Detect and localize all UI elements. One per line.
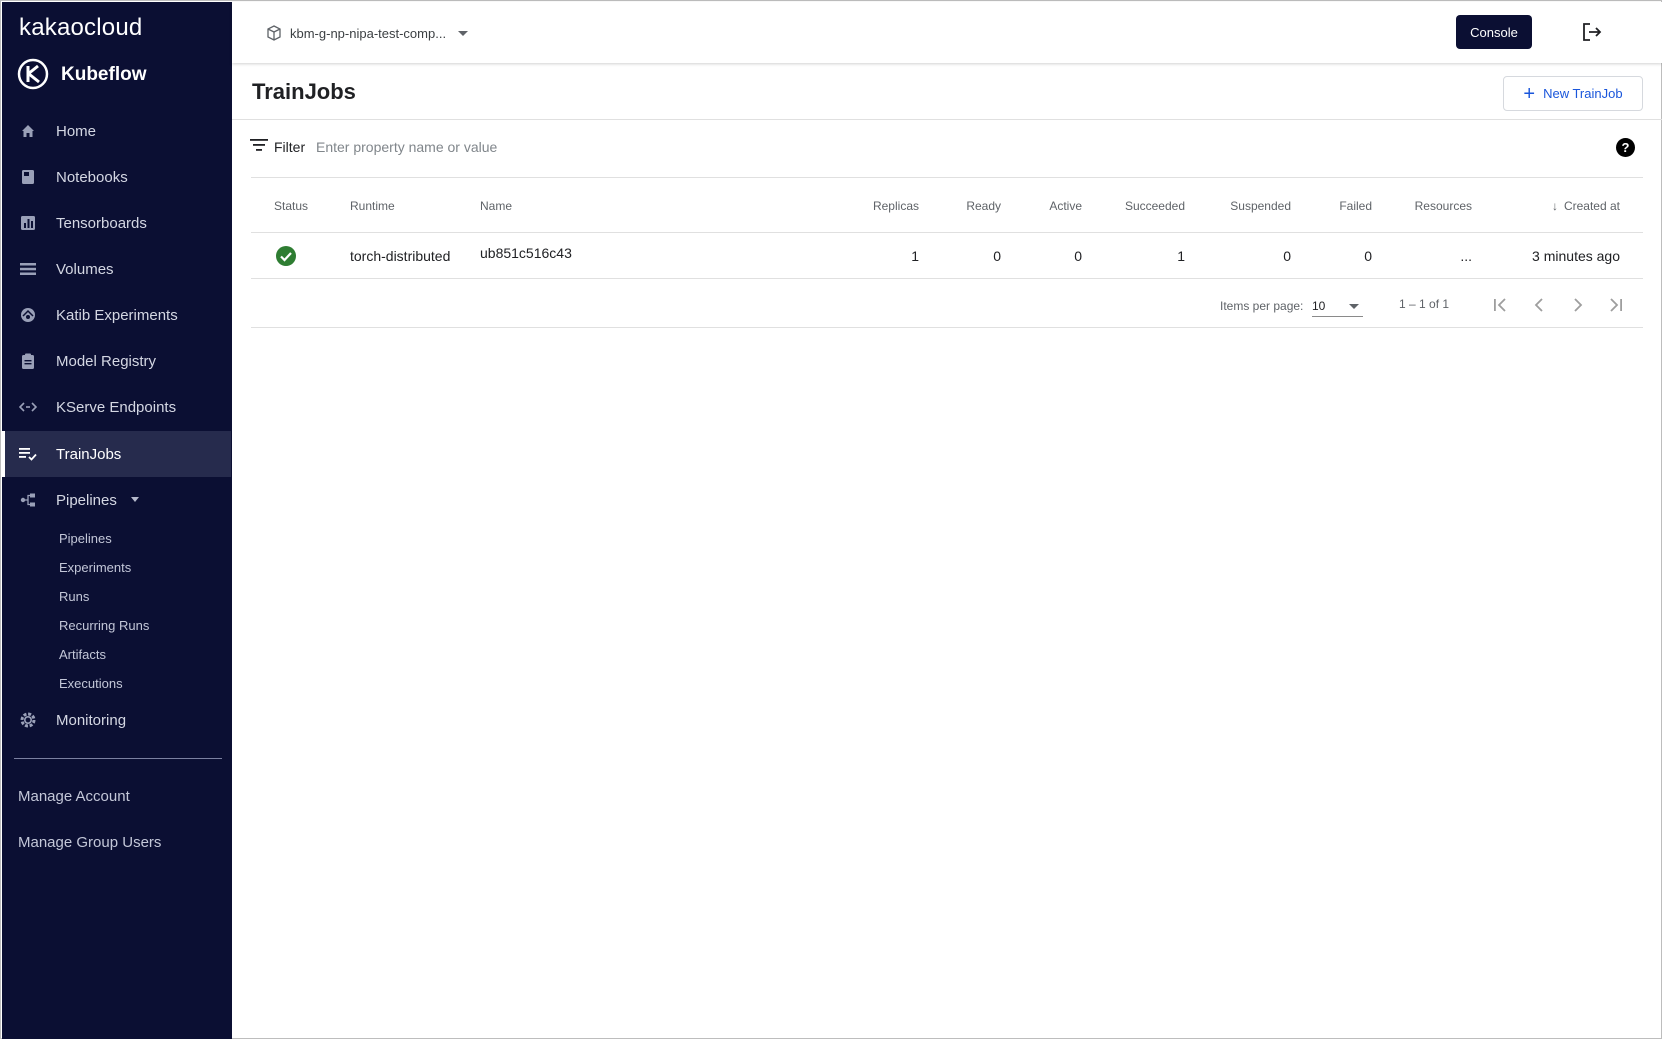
last-page-icon[interactable] [1604, 293, 1628, 317]
top-bar: kbm-g-np-nipa-test-comp... Console [232, 2, 1662, 63]
brand-logo-text: kakaocloud [19, 14, 143, 41]
playlist-check-icon [19, 445, 37, 463]
manage-account-link[interactable]: Manage Account [18, 788, 130, 805]
next-page-icon[interactable] [1566, 293, 1590, 317]
sidebar-divider [14, 758, 222, 759]
paginator-divider [251, 327, 1643, 328]
items-per-page-select[interactable]: 10 [1312, 293, 1363, 317]
column-header-runtime[interactable]: Runtime [350, 199, 395, 213]
clipboard-icon [19, 352, 37, 370]
sidebar-item-pipelines[interactable]: Pipelines [2, 477, 231, 523]
header-divider [232, 119, 1662, 120]
sidebar-subitem-pipelines[interactable]: Pipelines [59, 531, 112, 546]
help-icon[interactable]: ? [1616, 138, 1635, 157]
cell-name-link[interactable]: ub851c516c43 [480, 245, 572, 261]
sidebar-item-home[interactable]: Home [2, 108, 231, 154]
cell-runtime: torch-distributed [350, 248, 451, 264]
check-circle-icon [276, 246, 296, 266]
sidebar-item-label: KServe Endpoints [56, 398, 177, 416]
sidebar-item-label: Pipelines [56, 491, 117, 509]
sidebar-item-label: Volumes [56, 260, 114, 278]
sidebar-item-model-registry[interactable]: Model Registry [2, 338, 231, 384]
plus-icon: + [1523, 82, 1536, 105]
sidebar-subitem-recurring-runs[interactable]: Recurring Runs [59, 618, 149, 633]
book-icon [19, 168, 37, 186]
sidebar-item-notebooks[interactable]: Notebooks [2, 154, 231, 200]
sidebar-subitem-runs[interactable]: Runs [59, 589, 89, 604]
sidebar-item-monitoring[interactable]: Monitoring [2, 697, 231, 743]
items-per-page-label: Items per page: [1220, 299, 1304, 313]
column-header-succeeded[interactable]: Succeeded [1065, 199, 1185, 213]
sort-arrow-down-icon: ↓ [1551, 199, 1558, 213]
home-icon [19, 122, 37, 140]
sidebar-item-label: Home [56, 122, 97, 140]
sidebar: kakaocloud Kubeflow Home Notebooks Tenso… [2, 2, 232, 1039]
new-trainjob-button[interactable]: + New TrainJob [1503, 76, 1643, 111]
column-header-name[interactable]: Name [480, 199, 512, 213]
pipeline-icon [19, 491, 37, 509]
sidebar-item-trainjobs[interactable]: TrainJobs [2, 431, 231, 477]
cell-resources[interactable]: ... [1352, 248, 1472, 264]
sidebar-item-label: Tensorboards [56, 214, 147, 232]
list-icon [19, 260, 37, 278]
console-button[interactable]: Console [1456, 15, 1532, 49]
previous-page-icon[interactable] [1527, 293, 1551, 317]
table-header-divider [251, 232, 1643, 233]
sidebar-item-label: Katib Experiments [56, 306, 178, 324]
page-title: TrainJobs [252, 79, 356, 104]
kubeflow-title: Kubeflow [61, 64, 147, 85]
row-divider [251, 278, 1643, 279]
column-header-status[interactable]: Status [274, 199, 308, 213]
new-trainjob-label: New TrainJob [1543, 86, 1623, 101]
sidebar-subitem-artifacts[interactable]: Artifacts [59, 647, 106, 662]
sidebar-subitem-executions[interactable]: Executions [59, 676, 123, 691]
cell-succeeded: 1 [1177, 248, 1185, 264]
chart-icon [19, 214, 37, 232]
sidebar-item-label: Monitoring [56, 711, 127, 729]
manage-group-users-link[interactable]: Manage Group Users [18, 834, 161, 851]
katib-icon [19, 306, 37, 324]
logout-icon[interactable] [1581, 21, 1603, 43]
namespace-name: kbm-g-np-nipa-test-comp... [290, 25, 447, 41]
chevron-down-icon [1349, 304, 1359, 309]
column-header-created-at[interactable]: ↓ Created at [1511, 199, 1620, 213]
page-range-label: 1 – 1 of 1 [1399, 297, 1450, 311]
chevron-down-icon[interactable] [131, 497, 139, 502]
column-header-resources[interactable]: Resources [1352, 199, 1472, 213]
filter-icon [250, 139, 268, 151]
sidebar-subitem-experiments[interactable]: Experiments [59, 560, 131, 575]
filter-label: Filter [274, 139, 306, 155]
items-per-page-value: 10 [1312, 299, 1326, 313]
sidebar-item-label: Notebooks [56, 168, 128, 186]
chevron-down-icon [458, 30, 469, 36]
namespace-selector[interactable]: kbm-g-np-nipa-test-comp... [267, 22, 469, 44]
cube-icon [267, 25, 281, 41]
sidebar-item-katib-experiments[interactable]: Katib Experiments [2, 292, 231, 338]
sidebar-item-volumes[interactable]: Volumes [2, 246, 231, 292]
column-header-created-at-label: Created at [1563, 199, 1620, 213]
sidebar-item-tensorboards[interactable]: Tensorboards [2, 200, 231, 246]
gear-icon [19, 711, 37, 729]
filter-divider [251, 177, 1643, 178]
sidebar-item-label: Model Registry [56, 352, 157, 370]
filter-input[interactable] [316, 137, 816, 157]
cell-created-at: 3 minutes ago [1532, 248, 1620, 264]
sidebar-item-kserve-endpoints[interactable]: KServe Endpoints [2, 384, 231, 430]
sidebar-item-label: TrainJobs [56, 445, 122, 463]
first-page-icon[interactable] [1488, 293, 1512, 317]
app-window: kakaocloud Kubeflow Home Notebooks Tenso… [0, 0, 1662, 1039]
kubeflow-logo-icon [17, 58, 49, 90]
code-arrows-icon [19, 398, 37, 416]
